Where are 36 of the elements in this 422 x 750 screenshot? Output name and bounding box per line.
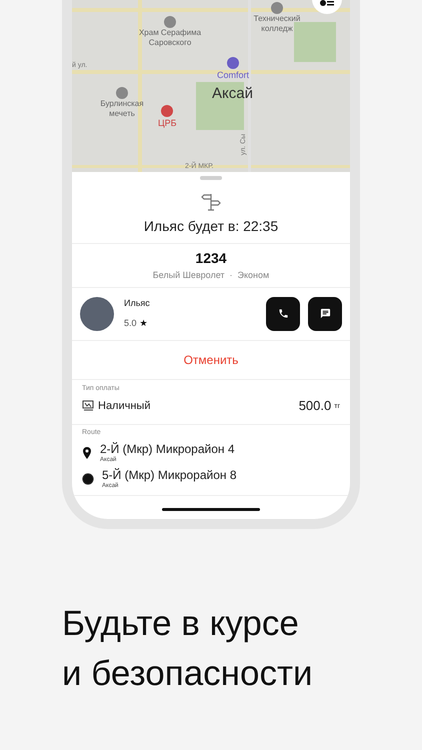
drag-handle[interactable] — [200, 176, 222, 180]
park-area — [294, 22, 336, 62]
map-label: Бурлинская мечеть — [99, 99, 145, 119]
phone-icon — [278, 308, 288, 319]
payment-amount: 500.0 — [298, 397, 332, 415]
driver-name: Ильяс — [124, 297, 151, 310]
destination-dot-icon — [82, 473, 94, 485]
list-icon — [320, 0, 334, 6]
headline: и безопасности — [62, 653, 314, 695]
map-pin-icon — [227, 57, 239, 69]
arrival-time: Ильяс будет в: 22:35 — [144, 217, 278, 236]
cancel-button[interactable]: Отменить — [184, 350, 238, 368]
driver-rating: 5.0 — [124, 316, 137, 330]
location-pin-icon — [82, 447, 92, 459]
star-icon: ★ — [140, 316, 148, 330]
map-label: Comfort — [217, 69, 250, 82]
map-pin-icon — [271, 2, 283, 14]
map-label: Храм Серафима Саровского — [138, 28, 202, 48]
cash-icon — [82, 400, 94, 412]
car-plate: 1234 — [195, 249, 227, 268]
car-model: Белый Шевролет — [152, 269, 225, 282]
car-tariff: Эконом — [238, 269, 270, 282]
separator: · — [230, 269, 233, 282]
message-button[interactable] — [308, 296, 342, 330]
map-pin-icon — [164, 16, 176, 28]
map-pin-icon — [116, 87, 128, 99]
headline: Будьте в курсе — [62, 603, 300, 645]
stop-address: 2-Й (Мкр) Микрорайон 4 — [100, 442, 235, 456]
map-pin-icon — [161, 105, 174, 117]
map-label: Аксай — [212, 84, 253, 104]
call-button[interactable] — [266, 296, 300, 330]
stop-address: 5-Й (Мкр) Микрорайон 8 — [102, 468, 237, 482]
map-label: Технический колледж — [252, 14, 302, 34]
payment-method: Наличный — [98, 398, 152, 414]
chat-icon — [320, 308, 330, 319]
map-label: ЦРБ — [158, 117, 177, 130]
